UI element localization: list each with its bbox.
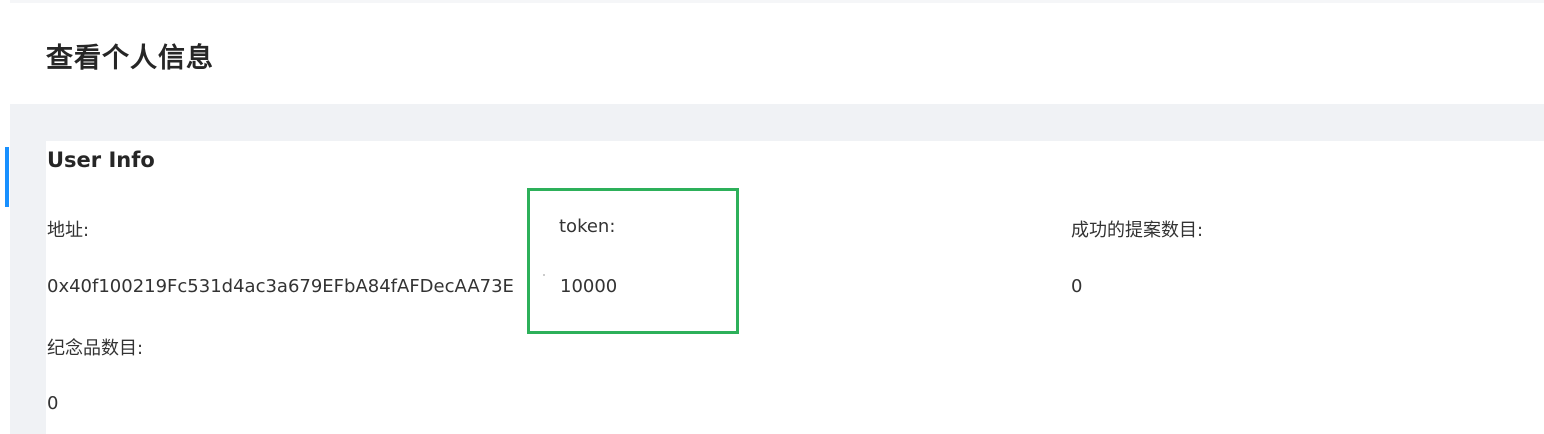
card-title: User Info <box>47 148 155 172</box>
proposal-count-value: 0 <box>1071 276 1083 297</box>
souvenir-count-value: 0 <box>47 393 59 414</box>
user-info-card: User Info 地址: 0x40f100219Fc531d4ac3a679E… <box>46 141 1544 434</box>
token-value: 10000 <box>560 276 618 297</box>
token-label: token: <box>559 216 616 237</box>
page-title: 查看个人信息 <box>46 43 214 74</box>
proposal-count-label: 成功的提案数目: <box>1071 220 1204 241</box>
active-indicator <box>5 147 9 207</box>
left-strip <box>0 0 10 434</box>
souvenir-count-label: 纪念品数目: <box>47 338 144 359</box>
address-value: 0x40f100219Fc531d4ac3a679EFbA84fAFDecAA7… <box>47 276 514 297</box>
separator-dot <box>543 274 545 276</box>
token-highlight-box <box>527 188 739 334</box>
address-label: 地址: <box>47 220 90 241</box>
page-header: 查看个人信息 <box>10 0 1544 104</box>
